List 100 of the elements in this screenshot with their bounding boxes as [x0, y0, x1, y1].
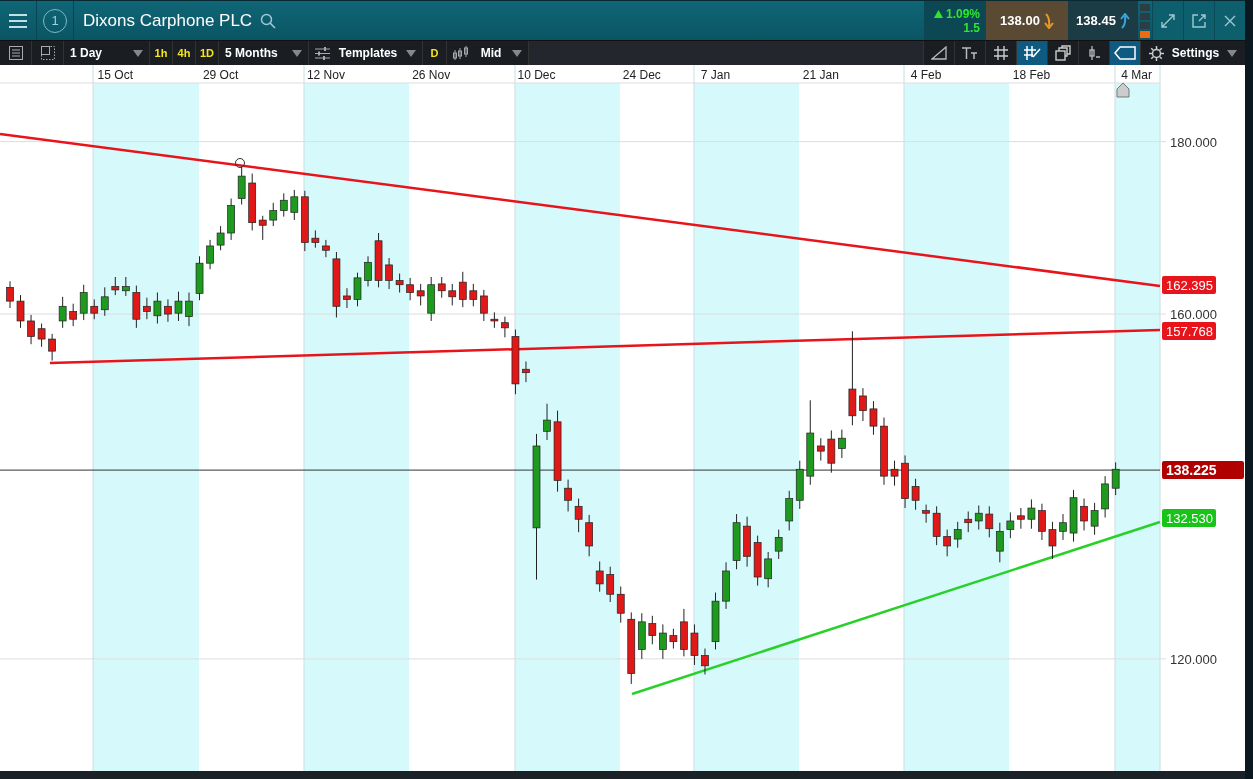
settings-dropdown[interactable]: Settings [1140, 41, 1245, 65]
date-label: 12 Nov [306, 68, 345, 82]
candlestick [27, 314, 35, 345]
candlestick [1038, 503, 1046, 541]
candlestick [16, 294, 25, 329]
candlestick [911, 478, 920, 511]
candlestick [174, 291, 183, 322]
candlestick [258, 215, 267, 241]
candlestick [206, 239, 214, 270]
candlestick [890, 460, 899, 487]
candlestick [1006, 511, 1015, 539]
change-value: 1.5 [963, 20, 980, 35]
candlestick [816, 437, 825, 462]
change-percent: 1.09% [945, 6, 980, 21]
candlestick [974, 504, 983, 531]
candlestick [543, 403, 551, 441]
interval-button[interactable]: 1h [150, 41, 173, 65]
price-type-dropdown[interactable]: Mid [447, 41, 529, 65]
candlestick [774, 529, 783, 560]
candlestick [953, 521, 962, 549]
candlestick [185, 292, 193, 327]
candlestick [37, 323, 46, 348]
price-axis-label: 180.000 [1170, 134, 1217, 150]
candlestick [448, 283, 457, 306]
candlestick [1017, 507, 1025, 530]
candlestick [564, 479, 572, 512]
candlestick [859, 387, 867, 422]
date-label: 4 Feb [910, 68, 942, 82]
price-axis-label: 160.000 [1170, 307, 1217, 323]
date-label: 15 Oct [97, 68, 133, 82]
candlestick [522, 360, 530, 383]
candlestick [690, 623, 699, 666]
date-label: 7 Jan [700, 68, 731, 82]
candlestick [659, 623, 667, 660]
candlestick [838, 429, 846, 459]
sell-price-button[interactable]: 138.00 [986, 1, 1068, 40]
candlestick [143, 297, 151, 320]
candlestick [764, 551, 773, 588]
date-label: 10 Dec [517, 68, 556, 82]
candlestick [595, 561, 604, 593]
candlestick [501, 316, 509, 338]
candlestick [322, 239, 330, 258]
candlestick [616, 586, 625, 624]
candlestick [574, 498, 583, 533]
day-button[interactable]: D [423, 41, 447, 65]
candlestick [395, 273, 404, 293]
candlestick [48, 333, 56, 362]
templates-dropdown[interactable]: Templates [309, 41, 423, 65]
candlestick [216, 225, 225, 251]
candlestick [279, 192, 288, 218]
candlestick [343, 287, 351, 309]
candlestick [964, 510, 973, 533]
interval-button[interactable]: 1D [196, 41, 219, 65]
candlestick [406, 277, 414, 301]
candlestick [58, 296, 67, 329]
candlestick [469, 283, 478, 307]
price-axis-label: 120.000 [1170, 651, 1217, 667]
instrument-title: Dixons Carphone PLC [83, 10, 253, 31]
candlestick [69, 303, 78, 327]
price-line-label: 157.768 [1162, 322, 1216, 340]
candlestick [985, 505, 994, 538]
candlestick [6, 280, 14, 309]
candlestick [458, 271, 467, 308]
candlestick [437, 276, 446, 299]
price-line-label: 162.395 [1162, 276, 1216, 294]
candlestick [480, 289, 488, 322]
date-label: 29 Oct [202, 68, 239, 82]
candlestick [1111, 461, 1120, 496]
candlestick [353, 272, 362, 307]
date-label: 26 Nov [412, 68, 451, 82]
candlestick [111, 276, 120, 296]
date-label: 24 Dec [622, 68, 661, 82]
candlestick [100, 286, 109, 317]
candlestick [669, 628, 678, 650]
range-dropdown[interactable]: 5 Months [219, 41, 309, 65]
candlestick [416, 283, 425, 306]
interval-button[interactable]: 4h [173, 41, 196, 65]
candlestick [121, 276, 130, 297]
price-line-label: 138.225 [1162, 461, 1244, 479]
date-label: 18 Feb [1012, 68, 1051, 82]
candlestick [1027, 498, 1036, 530]
candlestick [164, 298, 172, 323]
date-label: 4 Mar [1121, 68, 1153, 82]
candlestick [869, 400, 878, 436]
candlestick [269, 202, 278, 227]
candlestick [79, 284, 88, 321]
candlestick [364, 255, 372, 287]
candlestick [1090, 502, 1099, 536]
candlestick [153, 292, 162, 325]
date-label: 21 Jan [802, 68, 839, 82]
interval-dropdown[interactable]: 1 Day [64, 41, 150, 65]
candlestick [701, 648, 709, 675]
candlestick [585, 514, 593, 557]
candlestick [290, 189, 299, 221]
candlestick [1048, 521, 1057, 560]
candlestick [1080, 498, 1088, 531]
buy-price-button[interactable]: 138.45 [1068, 1, 1138, 40]
candlestick [385, 257, 393, 290]
candlestick [90, 298, 99, 320]
candlestick [932, 505, 941, 546]
